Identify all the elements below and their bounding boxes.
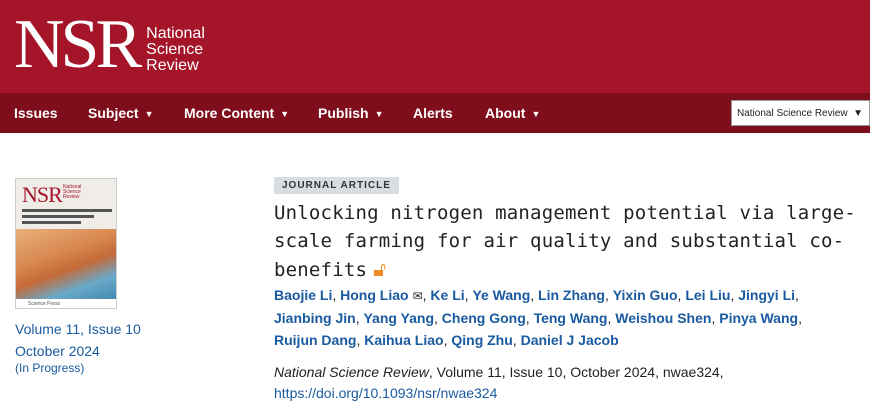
chevron-down-icon: ▼	[374, 109, 384, 119]
issue-status: (In Progress)	[15, 361, 85, 375]
author-link[interactable]: Weishou Shen	[615, 310, 711, 326]
author-link[interactable]: Yixin Guo	[613, 287, 678, 303]
author-link[interactable]: Ye Wang	[472, 287, 530, 303]
author-link[interactable]: Pinya Wang	[719, 310, 798, 326]
nav-item-label: Publish	[318, 105, 369, 121]
article-citation: National Science Review, Volume 11, Issu…	[274, 361, 724, 383]
nav-item-label: About	[485, 105, 526, 121]
author-link[interactable]: Baojie Li	[274, 287, 332, 303]
title-line: Unlocking nitrogen management potential …	[274, 202, 856, 224]
site-header: NSR National Science Review	[0, 0, 870, 93]
logo-text-line: Science	[146, 41, 204, 58]
issue-volume-link[interactable]: Volume 11, Issue 10	[15, 318, 141, 340]
doi-link[interactable]: https://doi.org/10.1093/nsr/nwae324	[274, 383, 497, 402]
nav-item-label: Issues	[14, 105, 58, 121]
logo-mark: NSR	[14, 6, 142, 83]
journal-select-value: National Science Review	[737, 108, 848, 119]
author-line: Baojie Li, Hong Liao ✉, Ke Li, Ye Wang, L…	[274, 287, 799, 303]
logo-text-line: Review	[146, 57, 199, 74]
logo-text: National Science Review	[146, 26, 205, 74]
issue-info: Volume 11, Issue 10 October 2024	[15, 318, 141, 362]
chevron-down-icon: ▼	[144, 109, 154, 119]
issue-date-link[interactable]: October 2024	[15, 340, 141, 362]
author-link[interactable]: Jingyi Li	[738, 287, 795, 303]
author-link[interactable]: Hong Liao	[340, 287, 408, 303]
author-list: Baojie Li, Hong Liao ✉, Ke Li, Ye Wang, L…	[274, 284, 802, 351]
cover-name-line: Review	[63, 194, 80, 200]
cover-publisher: Science Press	[28, 301, 60, 307]
author-link[interactable]: Yang Yang	[363, 310, 434, 326]
nav-item-label: More Content	[184, 105, 275, 121]
author-line: Ruijun Dang, Kaihua Liao, Qing Zhu, Dani…	[274, 332, 619, 348]
cover-footer: Science Press	[16, 299, 116, 308]
nav-item-publish[interactable]: Publish ▼	[318, 93, 383, 133]
cover-journal-name: National Science Review	[63, 185, 81, 200]
author-link[interactable]: Ke Li	[430, 287, 464, 303]
title-line: scale farming for air quality and substa…	[274, 230, 845, 252]
nav-item-more-content[interactable]: More Content ▼	[184, 93, 289, 133]
dropdown-arrow-icon: ▼	[853, 108, 863, 119]
nav-item-about[interactable]: About ▼	[485, 93, 540, 133]
author-link[interactable]: Lei Liu	[685, 287, 730, 303]
nav-item-issues[interactable]: Issues	[14, 93, 58, 133]
nav-item-label: Subject	[88, 105, 139, 121]
chevron-down-icon: ▼	[280, 109, 290, 119]
author-link[interactable]: Teng Wang	[534, 310, 608, 326]
open-access-icon: 🔓︎	[373, 257, 387, 281]
chevron-down-icon: ▼	[531, 109, 541, 119]
title-line: benefits 🔓︎	[274, 255, 834, 284]
cover-headline-bars	[22, 209, 112, 227]
cover-artwork	[16, 229, 116, 301]
author-link[interactable]: Qing Zhu	[451, 332, 512, 348]
journal-select[interactable]: National Science Review ▼	[731, 100, 870, 126]
citation-details: , Volume 11, Issue 10, October 2024, nwa…	[428, 364, 724, 380]
article-type-badge: JOURNAL ARTICLE	[274, 177, 399, 194]
logo-text-line: National	[146, 25, 205, 42]
author-link[interactable]: Lin Zhang	[538, 287, 605, 303]
author-link[interactable]: Ruijun Dang	[274, 332, 356, 348]
citation-journal: National Science Review	[274, 364, 429, 380]
email-icon[interactable]: ✉	[413, 289, 423, 303]
author-link[interactable]: Kaihua Liao	[364, 332, 443, 348]
issue-cover-image[interactable]: NSR National Science Review Science Pres…	[15, 178, 117, 309]
author-line: Jianbing Jin, Yang Yang, Cheng Gong, Ten…	[274, 310, 802, 326]
nav-item-label: Alerts	[413, 105, 453, 121]
title-line-text: benefits	[274, 259, 368, 281]
author-link[interactable]: Jianbing Jin	[274, 310, 356, 326]
author-link[interactable]: Daniel J Jacob	[521, 332, 619, 348]
article-title: Unlocking nitrogen management potential …	[274, 199, 856, 284]
cover-logo-mark: NSR	[22, 182, 63, 207]
nav-item-subject[interactable]: Subject ▼	[88, 93, 154, 133]
site-logo[interactable]: NSR National Science Review	[14, 6, 205, 83]
author-link[interactable]: Cheng Gong	[442, 310, 526, 326]
nav-item-alerts[interactable]: Alerts	[413, 93, 453, 133]
